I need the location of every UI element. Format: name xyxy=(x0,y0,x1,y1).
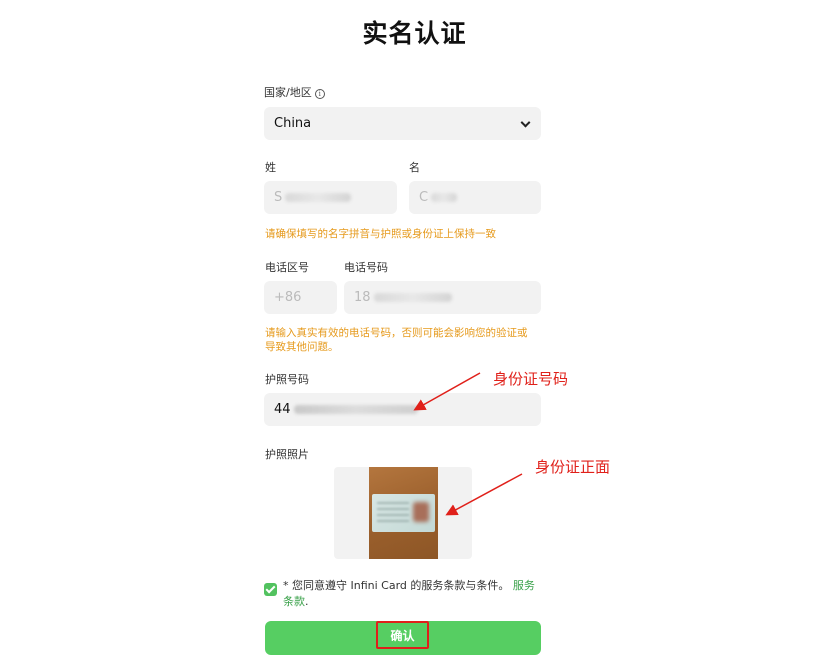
arrow-to-id-photo xyxy=(445,473,523,516)
annotation-id-front: 身份证正面 xyxy=(535,458,611,476)
arrow-to-id-number xyxy=(413,372,481,411)
annotation-id-number: 身份证号码 xyxy=(493,370,569,388)
annotation-arrows xyxy=(413,372,523,516)
